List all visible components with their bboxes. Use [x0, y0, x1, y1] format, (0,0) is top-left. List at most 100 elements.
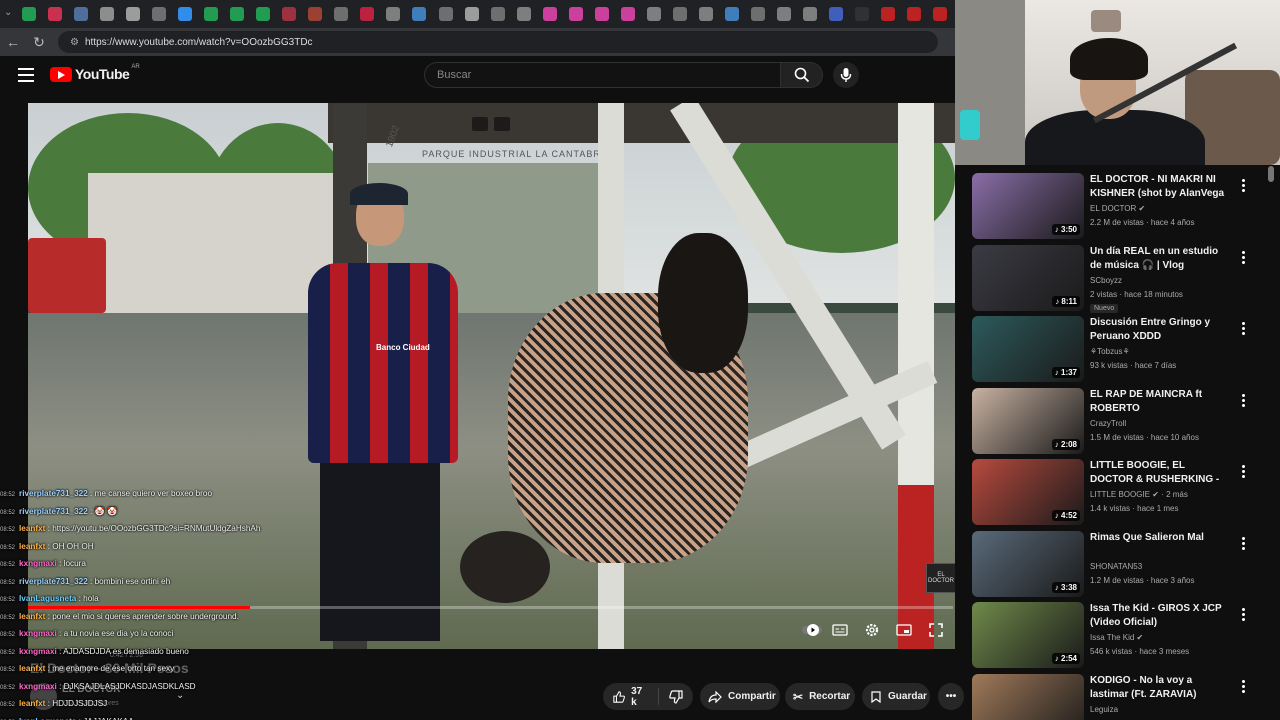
chat-username[interactable]: kxngmaxi — [19, 629, 57, 638]
recommended-channel[interactable]: LITTLE BOOGIE ✔ · 2 más — [1090, 490, 1188, 499]
video-thumbnail[interactable]: ♪ 3:50 — [972, 173, 1084, 239]
browser-tab-favicon[interactable] — [646, 7, 661, 21]
browser-tab-favicon[interactable] — [542, 7, 557, 21]
clip-button[interactable]: ✂ Recortar — [785, 683, 855, 710]
browser-tab-favicon[interactable] — [178, 7, 193, 21]
recommended-video-title[interactable]: LITTLE BOOGIE, EL DOCTOR & RUSHERKING - … — [1090, 459, 1230, 487]
recommended-channel[interactable]: ⚘Tobzus⚘ — [1090, 347, 1130, 356]
browser-tab-favicon[interactable] — [230, 7, 245, 21]
browser-tab-favicon[interactable] — [204, 7, 219, 21]
share-button[interactable]: Compartir — [700, 683, 780, 710]
browser-tab-favicon[interactable] — [100, 7, 115, 21]
recommended-video-title[interactable]: Issa The Kid - GIROS X JCP (Video Oficia… — [1090, 602, 1230, 630]
chat-username[interactable]: leanfxt — [19, 664, 45, 673]
recommended-video[interactable]: ♪ 3:50 EL DOCTOR - NI MAKRI NI KISHNER (s… — [972, 173, 1272, 239]
recommended-video[interactable]: ♪ 2:08 EL RAP DE MAINCRA ft ROBERTO CrazyT… — [972, 387, 1272, 454]
recommended-video-title[interactable]: Rimas Que Salieron Mal — [1090, 531, 1230, 545]
browser-tab-favicon[interactable] — [490, 7, 505, 21]
browser-tab-favicon[interactable] — [48, 7, 63, 21]
more-vertical-icon[interactable] — [1238, 536, 1248, 553]
youtube-logo[interactable]: YouTube AR — [50, 64, 140, 82]
voice-search-button[interactable] — [833, 62, 859, 88]
more-vertical-icon[interactable] — [1238, 608, 1248, 624]
recommended-video-title[interactable]: KODIGO - No la voy a lastimar (Ft. ZARAV… — [1090, 674, 1230, 702]
browser-tab-favicon[interactable] — [438, 7, 453, 21]
more-vertical-icon[interactable] — [1238, 179, 1248, 195]
autoplay-toggle[interactable] — [801, 620, 823, 640]
reload-icon[interactable]: ↻ — [26, 29, 52, 55]
more-vertical-icon[interactable] — [1238, 393, 1248, 410]
back-icon[interactable]: ← — [0, 29, 26, 55]
recommended-video-title[interactable]: EL RAP DE MAINCRA ft ROBERTO — [1090, 388, 1230, 416]
browser-tab-favicon[interactable] — [594, 7, 609, 21]
recommended-video[interactable]: ♪ 2:54 Issa The Kid - GIROS X JCP (Video … — [972, 602, 1272, 668]
browser-tab-favicon[interactable] — [360, 7, 375, 21]
recommended-video[interactable]: ♪ 1:37 Discusión Entre Gringo y Peruano X… — [972, 316, 1272, 382]
more-actions-button[interactable]: ••• — [938, 683, 964, 710]
recommended-video[interactable]: ♪ 4:52 LITTLE BOOGIE, EL DOCTOR & RUSHERK… — [972, 459, 1272, 525]
recommended-video[interactable]: ♪ 3:38 Rimas Que Salieron Mal SHONATAN53 1.… — [972, 530, 1272, 597]
chat-username[interactable]: IvanLagusneta — [19, 594, 76, 603]
video-thumbnail[interactable]: ♪ 8:11 — [972, 244, 1084, 311]
tab-search-icon[interactable]: ⌄ — [4, 7, 18, 21]
chat-username[interactable]: leanfxt — [19, 524, 45, 533]
more-vertical-icon[interactable] — [1238, 322, 1248, 338]
chat-username[interactable]: riverplate731_322 — [19, 489, 88, 498]
video-thumbnail[interactable]: ♪ 2:08 — [972, 387, 1084, 454]
browser-tab-favicon[interactable] — [568, 7, 583, 21]
chat-username[interactable]: kxngmaxi — [19, 647, 57, 656]
save-button[interactable]: Guardar — [862, 683, 930, 710]
browser-tab-favicon[interactable] — [698, 7, 713, 21]
browser-tab-favicon[interactable] — [776, 7, 791, 21]
browser-tab-favicon[interactable] — [907, 7, 922, 21]
browser-tab-favicon[interactable] — [308, 7, 323, 21]
recommended-video[interactable]: ♪ 8:11 Un día REAL en un estudio de músic… — [972, 244, 1272, 313]
browser-tab-favicon[interactable] — [152, 7, 167, 21]
hamburger-menu-icon[interactable] — [18, 68, 34, 82]
chat-username[interactable]: riverplate731_322 — [19, 507, 88, 516]
browser-tab-favicon[interactable] — [126, 7, 141, 21]
chat-username[interactable]: riverplate731_322 — [19, 577, 88, 586]
site-info-icon[interactable]: ⚙ — [70, 37, 79, 48]
recommended-video[interactable]: KODIGO - No la voy a lastimar (Ft. ZARAV… — [972, 673, 1272, 720]
channel-watermark[interactable]: EL DOCTOR — [926, 563, 955, 593]
chat-username[interactable]: kxngmaxi — [19, 682, 57, 691]
browser-tab-favicon[interactable] — [724, 7, 739, 21]
recommended-video-title[interactable]: EL DOCTOR - NI MAKRI NI KISHNER (shot by… — [1090, 173, 1230, 201]
video-thumbnail[interactable]: ♪ 1:37 — [972, 316, 1084, 382]
browser-tab-favicon[interactable] — [750, 7, 765, 21]
search-input[interactable]: Buscar — [424, 62, 781, 88]
browser-tab-favicon[interactable] — [933, 7, 948, 21]
browser-tab-favicon[interactable] — [855, 7, 869, 21]
browser-tab-favicon[interactable] — [412, 7, 427, 21]
chat-username[interactable]: leanfxt — [19, 612, 45, 621]
settings-button[interactable] — [861, 620, 883, 640]
chat-username[interactable]: IvanLagusneta — [19, 717, 76, 720]
browser-tab-favicon[interactable] — [620, 7, 635, 21]
more-vertical-icon[interactable] — [1238, 465, 1248, 481]
browser-tab-favicon[interactable] — [22, 7, 36, 21]
translate-icon[interactable] — [494, 117, 510, 131]
miniplayer-button[interactable] — [893, 620, 915, 640]
chat-username[interactable]: kxngmaxi — [19, 559, 57, 568]
recommended-channel[interactable]: Leguiza — [1090, 705, 1118, 714]
subtitles-button[interactable] — [829, 620, 851, 640]
browser-tab-favicon[interactable] — [881, 7, 896, 21]
recommended-channel[interactable]: CrazyTroll — [1090, 419, 1126, 428]
browser-tab-favicon[interactable] — [282, 7, 297, 21]
sidebar-scrollbar[interactable] — [1268, 166, 1274, 182]
recommended-channel[interactable]: Issa The Kid ✔ — [1090, 633, 1143, 642]
fullscreen-button[interactable] — [925, 620, 947, 640]
browser-tab-favicon[interactable] — [802, 7, 817, 21]
recommended-video-title[interactable]: Discusión Entre Gringo y Peruano XDDD — [1090, 316, 1230, 344]
more-vertical-icon[interactable] — [1238, 250, 1248, 267]
recommended-video-title[interactable]: Un día REAL en un estudio de música 🎧 | … — [1090, 245, 1230, 273]
browser-tab-favicon[interactable] — [256, 7, 271, 21]
chat-username[interactable]: leanfxt — [19, 542, 45, 551]
recommended-channel[interactable]: SHONATAN53 — [1090, 562, 1142, 571]
video-thumbnail[interactable]: ♪ 2:54 — [972, 602, 1084, 668]
more-vertical-icon[interactable] — [1238, 679, 1248, 696]
video-thumbnail[interactable]: ♪ 3:38 — [972, 530, 1084, 597]
like-button[interactable]: 37 k — [603, 686, 659, 708]
browser-tab-favicon[interactable] — [334, 7, 349, 21]
